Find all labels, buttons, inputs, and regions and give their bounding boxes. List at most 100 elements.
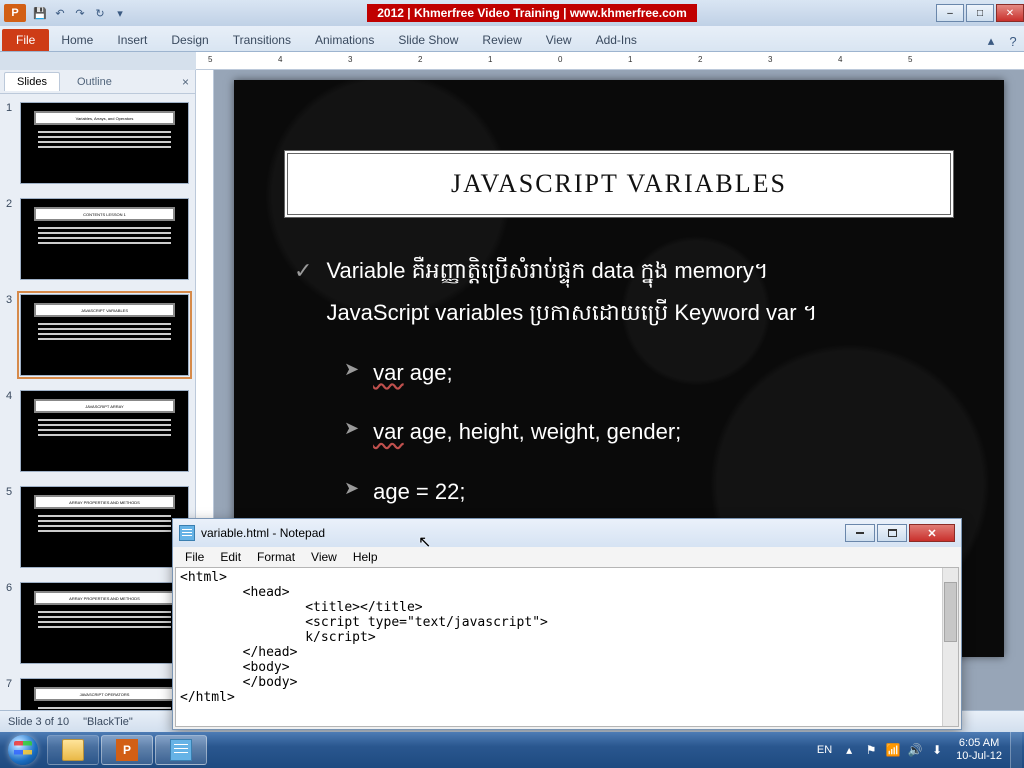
qat-save-button[interactable]: 💾 xyxy=(31,4,49,22)
slide-title-text: JAVASCRIPT VARIABLES xyxy=(451,169,787,199)
start-button[interactable] xyxy=(0,732,46,768)
powerpoint-logo-icon: P xyxy=(4,4,26,22)
thumbnail-number: 3 xyxy=(6,294,20,376)
window-title: 2012 | Khmerfree Video Training | www.kh… xyxy=(367,4,697,22)
tab-slides-thumbnails[interactable]: Slides xyxy=(4,72,60,91)
slide-thumbnail[interactable]: 5 ARRAY PROPERTIES AND METHODS xyxy=(0,484,195,570)
show-desktop-button[interactable] xyxy=(1010,732,1022,768)
clock-date: 10-Jul-12 xyxy=(956,750,1002,763)
tab-design[interactable]: Design xyxy=(159,29,220,51)
thumbnail-title: JAVASCRIPT VARIABLES xyxy=(34,303,174,317)
powerpoint-icon: P xyxy=(116,739,138,761)
ribbon-tabs: File Home Insert Design Transitions Anim… xyxy=(0,26,1024,52)
qat-customize-button[interactable]: ▾ xyxy=(111,4,129,22)
tray-volume-icon[interactable]: 🔊 xyxy=(907,742,923,758)
notepad-close-button[interactable]: ✕ xyxy=(909,524,955,542)
thumbnail-preview: CONTENTS LESSON 1 xyxy=(20,198,189,280)
slide-thumbnail[interactable]: 3 JAVASCRIPT VARIABLES xyxy=(0,292,195,378)
slide-thumbnails-pane: Slides Outline × 1 Variables, Arrays, and… xyxy=(0,70,196,710)
tab-home[interactable]: Home xyxy=(49,29,105,51)
notepad-scrollbar[interactable] xyxy=(942,568,958,726)
quick-access-toolbar: P 💾 ↶ ↷ ↻ ▾ 2012 | Khmerfree Video Train… xyxy=(0,0,1024,26)
thumbnail-preview: JAVASCRIPT ARRAY xyxy=(20,390,189,472)
checkmark-icon: ✓ xyxy=(294,250,312,334)
thumbnail-number: 5 xyxy=(6,486,20,568)
tab-addins[interactable]: Add-Ins xyxy=(584,29,649,51)
close-thumbnails-button[interactable]: × xyxy=(182,75,189,89)
tab-transitions[interactable]: Transitions xyxy=(221,29,303,51)
thumbnail-preview: JAVASCRIPT VARIABLES xyxy=(20,294,189,376)
language-indicator[interactable]: EN xyxy=(811,741,838,759)
tray-action-center-icon[interactable]: ⚑ xyxy=(863,742,879,758)
slide-body[interactable]: ✓ Variable គឺអញ្ញាត្តិប្រើសំរាប់ផ្ទុក da… xyxy=(294,250,964,513)
file-tab[interactable]: File xyxy=(2,29,49,51)
thumbnail-preview: ARRAY PROPERTIES AND METHODS xyxy=(20,486,189,568)
window-maximize-button[interactable]: □ xyxy=(966,4,994,22)
notepad-titlebar[interactable]: variable.html - Notepad ✕ xyxy=(173,519,961,547)
thumbnail-title: JAVASCRIPT ARRAY xyxy=(34,399,174,413)
qat-redo-button[interactable]: ↷ xyxy=(71,4,89,22)
thumbnail-preview: JAVASCRIPT OPERATORS xyxy=(20,678,189,710)
slide-thumbnail[interactable]: 2 CONTENTS LESSON 1 xyxy=(0,196,195,282)
notepad-maximize-button[interactable] xyxy=(877,524,907,542)
thumbnail-tabs: Slides Outline × xyxy=(0,70,195,94)
slide-thumbnail[interactable]: 7 JAVASCRIPT OPERATORS xyxy=(0,676,195,710)
tab-animations[interactable]: Animations xyxy=(303,29,386,51)
thumbnail-title: JAVASCRIPT OPERATORS xyxy=(34,687,174,701)
horizontal-ruler[interactable]: 54321012345 xyxy=(196,52,1024,70)
taskbar-explorer-button[interactable] xyxy=(47,735,99,765)
ribbon-minimize-button[interactable]: ▴ xyxy=(980,31,1002,51)
arrow-icon: ➤ xyxy=(344,352,359,394)
thumbnail-preview: Variables, Arrays, and Operators xyxy=(20,102,189,184)
taskbar: P EN ▴ ⚑ 📶 🔊 ⬇ 6:05 AM 10-Jul-12 xyxy=(0,732,1024,768)
thumbnail-number: 2 xyxy=(6,198,20,280)
taskbar-notepad-button[interactable] xyxy=(155,735,207,765)
notepad-menu-bar: File Edit Format View Help xyxy=(173,547,961,567)
explorer-icon xyxy=(62,739,84,761)
qat-refresh-button[interactable]: ↻ xyxy=(91,4,109,22)
window-minimize-button[interactable]: – xyxy=(936,4,964,22)
thumbnail-number: 1 xyxy=(6,102,20,184)
slide-bullet-3: age = 22; xyxy=(373,471,465,513)
notepad-menu-view[interactable]: View xyxy=(305,549,343,565)
notepad-title: variable.html - Notepad xyxy=(201,526,843,540)
scrollbar-thumb[interactable] xyxy=(944,582,957,642)
windows-orb-icon xyxy=(8,735,38,765)
tray-dropbox-icon[interactable]: ⬇ xyxy=(929,742,945,758)
notepad-window[interactable]: variable.html - Notepad ✕ File Edit Form… xyxy=(172,518,962,730)
thumbnail-title: CONTENTS LESSON 1 xyxy=(34,207,174,221)
taskbar-powerpoint-button[interactable]: P xyxy=(101,735,153,765)
qat-undo-button[interactable]: ↶ xyxy=(51,4,69,22)
slide-paragraph: Variable គឺអញ្ញាត្តិប្រើសំរាប់ផ្ទុក data… xyxy=(326,250,817,334)
slide-thumbnail[interactable]: 4JAVASCRIPT ARRAY xyxy=(0,388,195,474)
tab-slideshow[interactable]: Slide Show xyxy=(386,29,470,51)
tray-network-icon[interactable]: 📶 xyxy=(885,742,901,758)
slide-title-box[interactable]: JAVASCRIPT VARIABLES xyxy=(284,150,954,218)
window-close-button[interactable]: ✕ xyxy=(996,4,1024,22)
tab-view[interactable]: View xyxy=(534,29,584,51)
status-theme: "BlackTie" xyxy=(83,716,133,728)
taskbar-clock[interactable]: 6:05 AM 10-Jul-12 xyxy=(948,737,1010,763)
thumbnails-list: 1 Variables, Arrays, and Operators 2 CONTEN… xyxy=(0,94,195,710)
tab-review[interactable]: Review xyxy=(470,29,533,51)
notepad-menu-edit[interactable]: Edit xyxy=(214,549,247,565)
notepad-menu-format[interactable]: Format xyxy=(251,549,301,565)
arrow-icon: ➤ xyxy=(344,411,359,453)
tray-show-hidden-icon[interactable]: ▴ xyxy=(841,742,857,758)
notepad-icon xyxy=(170,739,192,761)
notepad-menu-help[interactable]: Help xyxy=(347,549,384,565)
slide-bullet-1: var age; xyxy=(373,352,453,394)
title-bar: 2012 | Khmerfree Video Training | www.kh… xyxy=(130,4,934,22)
slide-thumbnail[interactable]: 6ARRAY PROPERTIES AND METHODS xyxy=(0,580,195,666)
ribbon-help-button[interactable]: ? xyxy=(1002,31,1024,51)
tab-outline[interactable]: Outline xyxy=(64,72,125,91)
thumbnail-number: 7 xyxy=(6,678,20,710)
tab-insert[interactable]: Insert xyxy=(105,29,159,51)
notepad-menu-file[interactable]: File xyxy=(179,549,210,565)
thumbnail-title: ARRAY PROPERTIES AND METHODS xyxy=(34,591,174,605)
thumbnail-title: ARRAY PROPERTIES AND METHODS xyxy=(34,495,174,509)
notepad-text-area[interactable]: <html> <head> <title></title> <script ty… xyxy=(175,567,959,727)
notepad-minimize-button[interactable] xyxy=(845,524,875,542)
slide-thumbnail[interactable]: 1 Variables, Arrays, and Operators xyxy=(0,100,195,186)
thumbnail-title: Variables, Arrays, and Operators xyxy=(34,111,174,125)
